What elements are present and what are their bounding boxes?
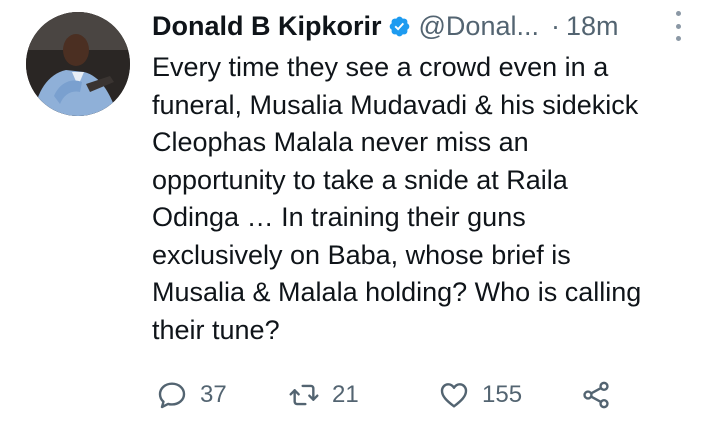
heart-icon: [440, 383, 468, 408]
retweet-icon: [289, 384, 319, 406]
retweet-button[interactable]: 21: [288, 375, 359, 415]
tweet-text-line: exclusively on Baba, whose brief is: [152, 239, 571, 270]
retweet-count: 21: [332, 381, 359, 408]
reply-icon: [158, 382, 186, 409]
reply-button[interactable]: 37: [156, 375, 227, 415]
verified-badge-icon: [389, 16, 409, 36]
like-button[interactable]: 155: [438, 375, 522, 415]
tweet-header: Donald B Kipkorir @Donal... · 18m: [152, 6, 697, 46]
more-vertical-icon[interactable]: [672, 11, 684, 41]
tweet-text-line: their tune?: [152, 314, 280, 345]
tweet-text-line: Every time they see a crowd even in a: [152, 52, 609, 82]
tweet-text-line: Cleophas Malala never miss an: [152, 127, 529, 157]
tweet-text-line: Musalia & Malala holding? Who is calling: [152, 277, 642, 307]
tweet-text-line: opportunity to take a snide at Raila: [152, 164, 568, 195]
avatar-photo: [26, 12, 130, 116]
avatar[interactable]: [26, 12, 130, 116]
separator-dot: ·: [550, 10, 560, 41]
tweet-text-line: Odinga … In training their guns: [152, 202, 526, 232]
like-count: 155: [482, 381, 523, 408]
share-icon: [583, 381, 609, 409]
tweet-text: Every time they see a crowd even in a fu…: [152, 49, 712, 349]
tweet-actions: 37 21 155: [152, 375, 632, 415]
reply-count: 37: [200, 381, 227, 408]
timestamp[interactable]: 18m: [566, 11, 619, 42]
author-name[interactable]: Donald B Kipkorir: [152, 11, 382, 42]
tweet-text-line: funeral, Musalia Mudavadi & his sidekick: [152, 89, 639, 120]
share-button[interactable]: [580, 375, 612, 415]
author-handle[interactable]: @Donal...: [419, 11, 539, 42]
